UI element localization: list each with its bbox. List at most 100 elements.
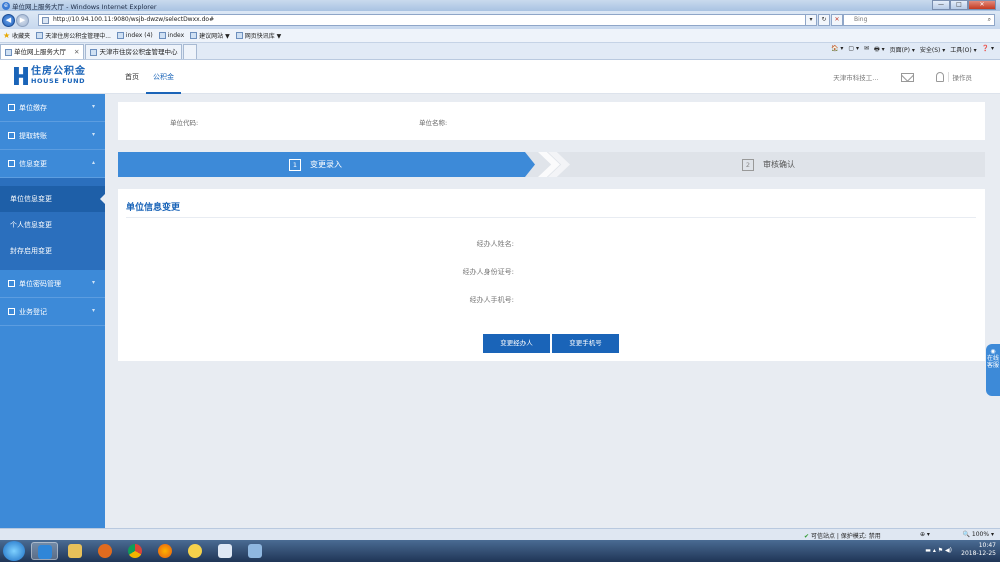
- close-window-button[interactable]: ✕: [968, 0, 996, 10]
- dropdown-button[interactable]: ▾: [805, 14, 817, 26]
- top-nav: 首页 公积金: [118, 60, 181, 94]
- zone-settings-button[interactable]: ⊕ ▾: [920, 531, 930, 538]
- address-input[interactable]: http://10.94.100.11:9080/wsjb-dwzw/selec…: [38, 14, 816, 26]
- logo-cn: 住房公积金: [31, 66, 86, 77]
- home-button[interactable]: 🏠 ▾: [831, 45, 843, 55]
- taskbar-app[interactable]: [211, 542, 238, 560]
- change-phone-button[interactable]: 变更手机号: [552, 334, 619, 353]
- agent-name-label: 经办人姓名:: [476, 240, 514, 248]
- status-bar: ✔ 可信站点 | 保护模式: 禁用 ⊕ ▾ 🔍 100% ▾: [0, 528, 1000, 540]
- favorite-item[interactable]: 建议网站 ▼: [190, 31, 230, 40]
- address-bar-row: ◀ ▶ http://10.94.100.11:9080/wsjb-dwzw/s…: [0, 11, 1000, 29]
- step-number: 1: [289, 158, 301, 171]
- sidebar-item-label: 单位缴存: [19, 103, 47, 112]
- print-button[interactable]: 🖶 ▾: [874, 45, 885, 55]
- chevron-down-icon: ▾: [91, 279, 95, 286]
- favorites-button[interactable]: ★ 收藏夹: [3, 31, 30, 40]
- sidebar-item-info-change[interactable]: 信息变更 ▴: [0, 150, 105, 178]
- menu-icon: [8, 308, 15, 315]
- sidebar-submenu: 单位信息变更 个人信息变更 封存启用变更: [0, 178, 105, 270]
- tab-close-icon[interactable]: ✕: [74, 45, 79, 59]
- nav-housing-fund[interactable]: 公积金: [146, 60, 181, 94]
- favorite-item[interactable]: index: [158, 32, 184, 39]
- chevron-down-icon: ▾: [91, 103, 95, 110]
- taskbar-chrome[interactable]: [121, 542, 148, 560]
- company-name[interactable]: 天津市科技工...: [833, 72, 878, 82]
- clock[interactable]: 10:47 2018-12-25: [961, 542, 996, 558]
- favorite-item[interactable]: 天津住房公积金管理中...: [36, 31, 111, 40]
- unit-code-label: 单位代码:: [170, 119, 199, 127]
- tab-housing-fund-center[interactable]: 天津市住房公积金管理中心: [85, 44, 183, 59]
- tab-service-hall[interactable]: 单位网上服务大厅 ✕: [0, 44, 85, 59]
- taskbar-weather[interactable]: [181, 542, 208, 560]
- tray-icons[interactable]: ▬ ▴ ⚑ ◀): [925, 547, 952, 554]
- change-agent-button[interactable]: 变更经办人: [483, 334, 550, 353]
- page-icon: [5, 48, 12, 56]
- help-menu[interactable]: ❓ ▾: [982, 45, 994, 55]
- taskbar-tool[interactable]: [241, 542, 268, 560]
- favorite-label: index (4): [125, 32, 153, 39]
- taskbar-explorer[interactable]: [61, 542, 88, 560]
- check-icon: ✔: [804, 533, 810, 540]
- section-divider: [126, 217, 976, 218]
- new-tab-button[interactable]: [183, 44, 198, 59]
- step-number: 2: [742, 158, 754, 171]
- page-icon: [90, 48, 98, 56]
- operator-label[interactable]: 操作员: [947, 72, 972, 82]
- minimize-button[interactable]: —: [932, 0, 950, 10]
- security-zone: ✔ 可信站点 | 保护模式: 禁用: [804, 531, 881, 540]
- nav-home[interactable]: 首页: [118, 60, 146, 94]
- logo-mark-icon: [14, 67, 28, 85]
- url-text: http://10.94.100.11:9080/wsjb-dwzw/selec…: [53, 16, 215, 23]
- sidebar-subitem-seal-enable-change[interactable]: 封存启用变更: [0, 238, 105, 264]
- sidebar-item-password-manage[interactable]: 单位密码管理 ▾: [0, 270, 105, 298]
- unit-name-label: 单位名称:: [419, 119, 448, 127]
- mail-button[interactable]: ✉: [864, 45, 869, 55]
- back-button[interactable]: ◀: [2, 13, 15, 27]
- forward-button[interactable]: ▶: [16, 13, 29, 27]
- unit-info-card: 单位代码: 单位名称:: [118, 102, 985, 140]
- menu-icon: [8, 132, 15, 139]
- taskbar: ▬ ▴ ⚑ ◀) 10:47 2018-12-25: [0, 540, 1000, 562]
- feeds-button[interactable]: ▢ ▾: [848, 45, 859, 55]
- step-label: 审核确认: [763, 160, 795, 169]
- refresh-button[interactable]: ↻: [818, 14, 830, 26]
- step-entry: 1 变更录入: [118, 152, 535, 177]
- window-titlebar: e 单位网上服务大厅 - Windows Internet Explorer —…: [0, 0, 1000, 11]
- tools-menu[interactable]: 工具(O) ▾: [950, 45, 976, 55]
- maximize-button[interactable]: □: [950, 0, 968, 10]
- menu-icon: [8, 104, 15, 111]
- window-buttons: — □ ✕: [932, 0, 996, 10]
- app-header: 住房公积金 HOUSE FUND 首页 公积金 天津市科技工... 操作员: [0, 60, 1000, 94]
- sidebar-item-business-register[interactable]: 业务登记 ▾: [0, 298, 105, 326]
- start-button[interactable]: [3, 541, 25, 561]
- page-icon: [158, 32, 166, 39]
- clock-time: 10:47: [978, 542, 996, 549]
- sidebar-item-withdraw-transfer[interactable]: 提取转账 ▾: [0, 122, 105, 150]
- taskbar-firefox[interactable]: [151, 542, 178, 560]
- stop-button[interactable]: ✕: [831, 14, 843, 26]
- sidebar-item-unit-deposit[interactable]: 单位缴存 ▾: [0, 94, 105, 122]
- change-form-card: 单位信息变更 经办人姓名: 经办人身份证号: 经办人手机号: 变更经办人 变更手…: [118, 189, 985, 361]
- taskbar-ie[interactable]: [31, 542, 58, 560]
- search-input[interactable]: Bing ⌕: [843, 14, 995, 26]
- favorite-label: 网页快讯库 ▼: [244, 33, 282, 40]
- user-icon[interactable]: [935, 72, 944, 82]
- search-placeholder: Bing: [854, 16, 868, 23]
- safety-menu[interactable]: 安全(S) ▾: [920, 45, 945, 55]
- step-label: 变更录入: [310, 160, 342, 169]
- taskbar-media[interactable]: [91, 542, 118, 560]
- favorite-item[interactable]: 网页快讯库 ▼: [235, 31, 282, 40]
- star-icon: ★: [3, 31, 11, 40]
- favorite-label: 天津住房公积金管理中...: [45, 33, 111, 40]
- sidebar-subitem-personal-info-change[interactable]: 个人信息变更: [0, 212, 105, 238]
- favorite-item[interactable]: index (4): [116, 32, 153, 39]
- mail-icon[interactable]: [900, 72, 914, 82]
- sidebar-subitem-unit-info-change[interactable]: 单位信息变更: [0, 186, 105, 212]
- zoom-level[interactable]: 🔍 100% ▾: [963, 531, 994, 538]
- sidebar-item-label: 单位密码管理: [19, 279, 61, 288]
- favorites-bar: ★ 收藏夹 天津住房公积金管理中... index (4) index 建议网站 …: [0, 29, 1000, 43]
- search-icon[interactable]: ⌕: [988, 15, 991, 25]
- page-menu[interactable]: 页面(P) ▾: [890, 45, 915, 55]
- online-service-tab[interactable]: ◉ 在线客服: [986, 344, 1000, 396]
